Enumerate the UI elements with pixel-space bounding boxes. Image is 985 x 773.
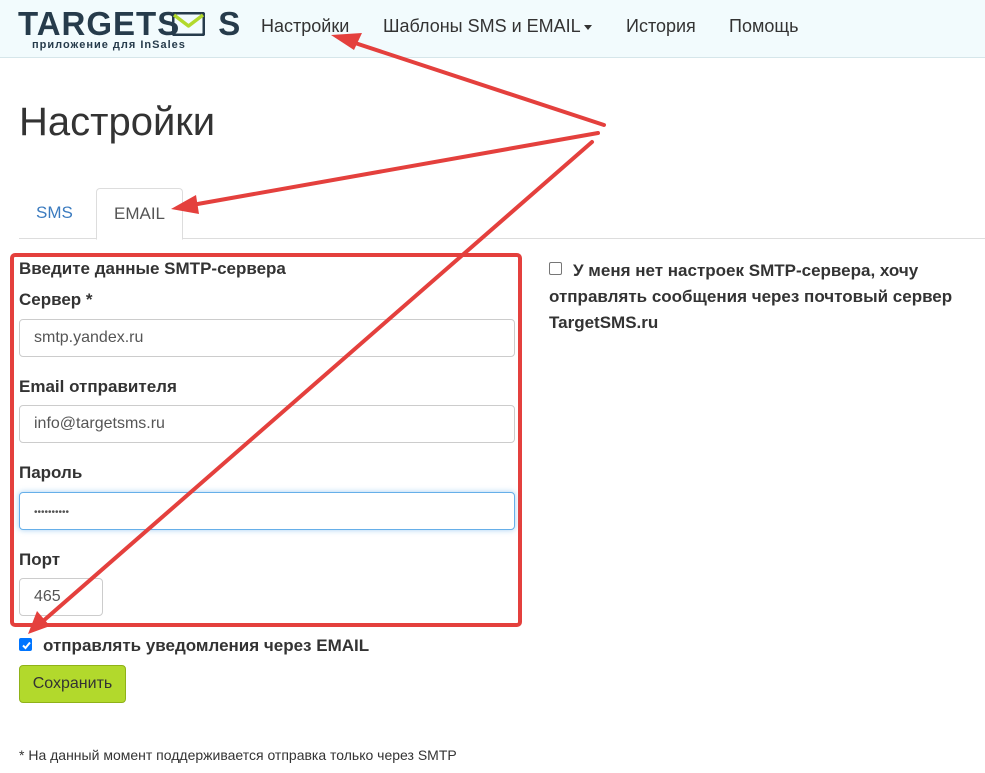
sender-email-label: Email отправителя — [19, 377, 177, 396]
notify-email-checkbox[interactable] — [19, 638, 32, 651]
nav-item-templates-label: Шаблоны SMS и EMAIL — [383, 16, 581, 36]
nav-item-templates[interactable]: Шаблоны SMS и EMAIL — [383, 16, 592, 37]
logo-wordmark: TARGETS S — [18, 5, 242, 42]
tab-sms[interactable]: SMS — [19, 188, 90, 239]
logo-tagline: приложение для InSales — [32, 39, 186, 51]
port-label: Порт — [19, 550, 61, 569]
save-button[interactable]: Сохранить — [19, 665, 126, 703]
nav-item-help[interactable]: Помощь — [729, 16, 799, 37]
top-navbar: TARGETS S приложение для InSales Настройк… — [0, 0, 985, 58]
envelope-icon — [172, 12, 205, 36]
smtp-section-title: Введите данные SMTP-сервера — [19, 259, 286, 278]
caret-down-icon — [583, 24, 592, 30]
notify-email-label[interactable]: отправлять уведомления через EMAIL — [43, 636, 369, 656]
checkmark-icon — [22, 641, 31, 650]
page-title: Настройки — [19, 100, 216, 144]
server-label: Сервер * — [19, 290, 93, 309]
password-mask: •••••••••• — [34, 507, 70, 518]
port-input[interactable]: 465 — [19, 578, 103, 616]
smtp-footnote: * На данный момент поддерживается отправ… — [19, 747, 457, 763]
tab-email[interactable]: EMAIL — [96, 188, 184, 240]
password-input[interactable]: •••••••••• — [19, 492, 515, 530]
password-label: Пароль — [19, 463, 83, 482]
server-input[interactable]: smtp.yandex.ru — [19, 319, 515, 357]
nav-item-settings[interactable]: Настройки — [261, 16, 349, 37]
targetsms-logo[interactable]: TARGETS S приложение для InSales — [18, 6, 240, 52]
tab-bar: SMS EMAIL — [19, 188, 985, 240]
nav-item-history[interactable]: История — [626, 16, 696, 37]
no-smtp-option-label[interactable]: У меня нет настроек SMTP-сервера, хочу о… — [549, 258, 985, 336]
sender-email-input[interactable]: info@targetsms.ru — [19, 405, 515, 443]
